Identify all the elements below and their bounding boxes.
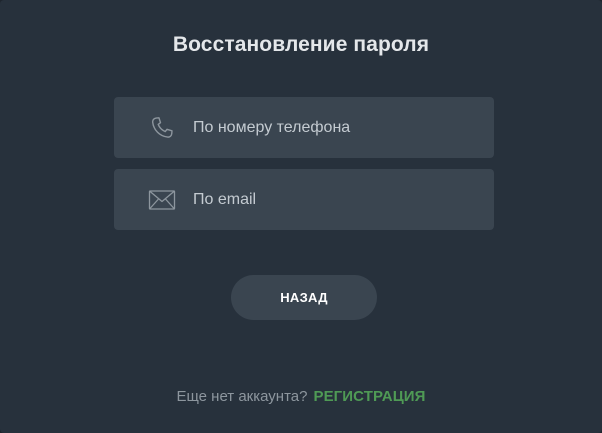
envelope-icon bbox=[148, 186, 176, 214]
register-link[interactable]: РЕГИСТРАЦИЯ bbox=[313, 388, 425, 405]
back-button[interactable]: НАЗАД bbox=[231, 275, 377, 320]
recover-by-phone-label: По номеру телефона bbox=[193, 118, 351, 136]
password-recovery-dialog: Восстановление пароля По номеру телефона… bbox=[0, 0, 602, 433]
recover-by-email-label: По email bbox=[193, 190, 257, 208]
no-account-hint: Еще нет аккаунта? bbox=[176, 388, 308, 405]
recover-by-email-option[interactable]: По email bbox=[114, 169, 494, 230]
recover-by-phone-option[interactable]: По номеру телефона bbox=[114, 97, 494, 158]
dialog-title: Восстановление пароля bbox=[172, 33, 430, 56]
registration-prompt: Еще нет аккаунта? РЕГИСТРАЦИЯ bbox=[0, 388, 602, 405]
phone-icon bbox=[148, 114, 176, 142]
